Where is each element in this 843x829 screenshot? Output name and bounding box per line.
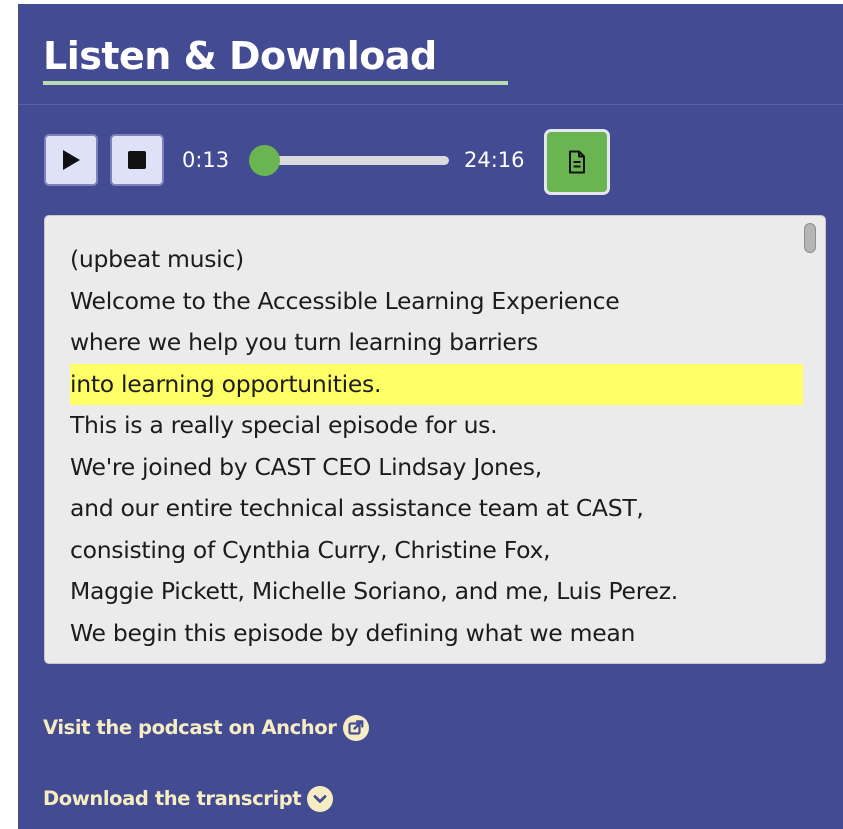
- transcript-text-area[interactable]: (upbeat music) Welcome to the Accessible …: [44, 215, 826, 664]
- transcript-line: We're joined by CAST CEO Lindsay Jones,: [70, 452, 542, 481]
- listen-download-panel: Listen & Download 0:13 24:16 (upbeat mus…: [18, 4, 843, 829]
- section-divider: [18, 104, 843, 105]
- visit-podcast-link-label: Visit the podcast on Anchor: [43, 716, 337, 739]
- transcript-line: (upbeat music): [70, 245, 244, 273]
- transcript-line: Maggie Pickett, Michelle Soriano, and me…: [70, 577, 678, 605]
- external-link-icon: [342, 715, 369, 741]
- transcript-line: where we help you turn learning barriers: [70, 328, 538, 356]
- transcript-line: We begin this episode by defining what w…: [70, 618, 636, 647]
- seek-slider[interactable]: [248, 145, 449, 176]
- chevron-down-icon: [307, 786, 334, 812]
- stop-icon: [128, 151, 146, 169]
- transcript-line: and our entire technical assistance team…: [70, 494, 644, 522]
- play-icon: [63, 150, 80, 170]
- title-underline: [43, 81, 508, 85]
- document-icon: [569, 150, 585, 174]
- download-transcript-link-label: Download the transcript: [43, 787, 302, 810]
- stop-button[interactable]: [110, 134, 164, 186]
- transcript-scrollbar[interactable]: [804, 223, 816, 253]
- transcript-line: This is a really special episode for us.: [70, 411, 498, 439]
- current-time: 0:13: [182, 148, 230, 172]
- total-time: 24:16: [464, 148, 525, 172]
- section-title: Listen & Download: [43, 34, 437, 78]
- seek-slider-thumb[interactable]: [248, 145, 280, 176]
- visit-podcast-link[interactable]: Visit the podcast on Anchor: [43, 714, 369, 742]
- transcript-toggle-button[interactable]: [544, 129, 610, 195]
- transcript-line: Welcome to the Accessible Learning Exper…: [70, 286, 620, 315]
- transcript-lines: (upbeat music) Welcome to the Accessible …: [70, 239, 803, 654]
- transcript-line-current: into learning opportunities.: [70, 363, 803, 405]
- play-button[interactable]: [44, 134, 98, 186]
- transcript-line: consisting of Cynthia Curry, Christine F…: [70, 535, 551, 564]
- download-transcript-link[interactable]: Download the transcript: [43, 785, 334, 813]
